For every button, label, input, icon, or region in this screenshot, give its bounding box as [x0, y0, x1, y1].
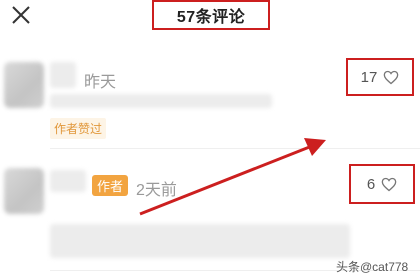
annotation-arrow	[139, 138, 326, 216]
watermark: 头条@cat778	[336, 260, 409, 274]
